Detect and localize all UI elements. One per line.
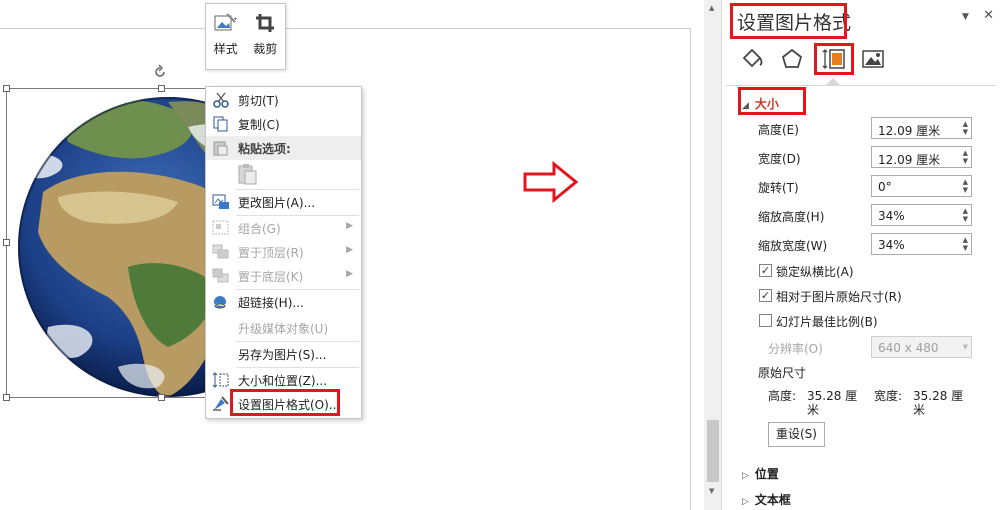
spin-up-icon[interactable]: ▲ [963, 179, 968, 186]
send-back-icon [212, 268, 229, 283]
pane-options-icon[interactable]: ▼ [962, 12, 969, 22]
menu-item-change-picture[interactable]: 更改图片(A)... [206, 190, 361, 214]
picture-tab-icon[interactable] [860, 46, 886, 72]
height-label: 高度(E) [758, 123, 799, 137]
reset-button[interactable]: 重设(S) [768, 422, 825, 447]
picture-style-icon [214, 13, 237, 31]
resize-handle-s[interactable] [158, 394, 165, 401]
best-scale-label: 幻灯片最佳比例(B) [776, 315, 878, 329]
context-menu: 剪切(T) 复制(C) 粘贴选项: 更改图片(A)... 组合(G) ▶ 置于顶… [205, 86, 362, 419]
section-textbox-header[interactable]: ▷ 文本框 [742, 491, 791, 508]
menu-item-bring-front[interactable]: 置于顶层(R) ▶ [206, 240, 361, 264]
height-spinner[interactable]: 12.09 厘米 ▲ ▼ [871, 117, 972, 139]
spin-down-icon[interactable]: ▼ [963, 187, 968, 194]
spin-up-icon[interactable]: ▲ [963, 237, 968, 244]
format-picture-icon [213, 396, 229, 411]
section-position-header[interactable]: ▷ 位置 [742, 465, 779, 482]
size-position-icon [212, 372, 229, 388]
fill-line-tab-icon[interactable] [739, 46, 765, 72]
paste-icon [213, 141, 228, 156]
resize-handle-w[interactable] [3, 239, 10, 246]
scroll-down-icon[interactable]: ▼ [709, 487, 714, 495]
resize-handle-nw[interactable] [3, 85, 10, 92]
spin-down-icon[interactable]: ▼ [963, 129, 968, 136]
spin-up-icon[interactable]: ▲ [963, 150, 968, 157]
pane-tools: ▼ ✕ [962, 8, 994, 23]
resize-handle-n[interactable] [158, 85, 165, 92]
spin-up-icon[interactable]: ▲ [963, 208, 968, 215]
pane-scrollbar[interactable]: ▲ ▼ [704, 0, 722, 510]
lock-aspect-checkbox[interactable]: ✓ [759, 264, 772, 277]
spin-down-icon[interactable]: ▼ [963, 158, 968, 165]
submenu-arrow-icon: ▶ [346, 221, 353, 231]
pane-divider [726, 85, 996, 86]
spin-up-icon[interactable]: ▲ [963, 121, 968, 128]
resolution-select[interactable]: 640 x 480 ▼ [871, 336, 972, 358]
spin-down-icon[interactable]: ▼ [963, 216, 968, 223]
highlight-pane-title [730, 3, 847, 39]
submenu-arrow-icon: ▶ [346, 245, 353, 255]
menu-header-paste-options: 粘贴选项: [206, 136, 361, 160]
hyperlink-icon [214, 296, 228, 309]
crop-icon [256, 14, 275, 32]
close-icon[interactable]: ✕ [983, 8, 994, 23]
best-scale-checkbox[interactable] [759, 314, 772, 327]
menu-item-group[interactable]: 组合(G) ▶ [206, 216, 361, 240]
highlight-format-picture-menu [230, 389, 340, 416]
expand-triangle-icon: ▷ [742, 471, 749, 481]
highlight-size-section [738, 87, 806, 115]
resize-handle-sw[interactable] [3, 394, 10, 401]
highlight-size-tab [814, 43, 854, 75]
scroll-thumb[interactable] [707, 420, 719, 482]
style-label: 样式 [213, 42, 238, 56]
orig-width-label: 宽度: [874, 389, 903, 403]
menu-item-cut[interactable]: 剪切(T) [206, 88, 361, 112]
width-label: 宽度(D) [758, 152, 801, 166]
crop-button[interactable]: 裁剪 [246, 4, 286, 69]
rotation-spinner[interactable]: 0° ▲ ▼ [871, 175, 972, 197]
menu-item-save-as-picture[interactable]: 另存为图片(S)... [206, 342, 361, 366]
relative-original-label: 相对于图片原始尺寸(R) [776, 290, 902, 304]
menu-item-copy[interactable]: 复制(C) [206, 112, 361, 136]
chevron-down-icon: ▼ [962, 343, 968, 351]
scale-height-spinner[interactable]: 34% ▲ ▼ [871, 204, 972, 226]
lock-aspect-label: 锁定纵横比(A) [776, 265, 854, 279]
submenu-arrow-icon: ▶ [346, 269, 353, 279]
width-spinner[interactable]: 12.09 厘米 ▲ ▼ [871, 146, 972, 168]
menu-item-send-back[interactable]: 置于底层(K) ▶ [206, 264, 361, 288]
mini-toolbar: 样式 裁剪 [205, 3, 286, 70]
spin-down-icon[interactable]: ▼ [963, 245, 968, 252]
scale-height-label: 缩放高度(H) [758, 210, 825, 224]
relative-original-checkbox[interactable]: ✓ [759, 289, 772, 302]
scale-width-label: 缩放宽度(W) [758, 239, 828, 253]
expand-triangle-icon: ▷ [742, 497, 749, 507]
bring-front-icon [212, 244, 229, 259]
menu-item-hyperlink[interactable]: 超链接(H)... [206, 290, 361, 314]
scale-width-spinner[interactable]: 34% ▲ ▼ [871, 233, 972, 255]
rotation-label: 旋转(T) [758, 181, 799, 195]
rotate-handle-icon[interactable] [152, 64, 168, 80]
group-icon [212, 220, 229, 235]
scissors-icon [213, 92, 229, 108]
original-size-label: 原始尺寸 [758, 366, 807, 380]
change-picture-icon [212, 194, 229, 209]
scroll-up-icon[interactable]: ▲ [709, 4, 714, 12]
arrow-right-icon [523, 160, 579, 204]
paste-picture-option-icon[interactable] [238, 163, 258, 185]
menu-item-upgrade-media[interactable]: 升级媒体对象(U) [206, 316, 361, 340]
orig-height-unit: 米 [807, 403, 820, 417]
orig-height-label: 高度: [768, 389, 797, 403]
crop-label: 裁剪 [253, 42, 278, 56]
copy-icon [213, 116, 228, 132]
tab-pointer [826, 78, 840, 85]
style-button[interactable]: 样式 [206, 4, 246, 69]
resolution-label: 分辨率(O) [768, 342, 823, 356]
format-picture-pane [704, 0, 1002, 510]
orig-width-unit: 米 [913, 403, 926, 417]
effects-tab-icon[interactable] [779, 46, 805, 72]
